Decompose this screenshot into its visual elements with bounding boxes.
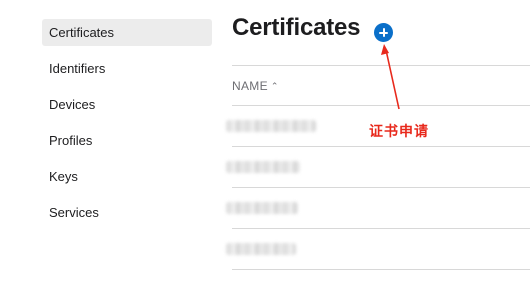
redacted-certificate-name [226, 202, 298, 214]
redacted-certificate-name [226, 161, 300, 173]
developer-account-page: Certificates Identifiers Devices Profile… [0, 0, 530, 291]
column-header-name[interactable]: NAME ⌃ [232, 79, 279, 93]
row-divider [232, 269, 530, 270]
sidebar-item-profiles[interactable]: Profiles [42, 127, 212, 154]
sidebar-item-keys[interactable]: Keys [42, 163, 212, 190]
table-row[interactable] [226, 229, 530, 269]
sidebar-item-devices[interactable]: Devices [42, 91, 212, 118]
page-title: Certificates [232, 14, 361, 41]
redacted-certificate-name [226, 120, 316, 132]
header-divider [232, 65, 530, 66]
column-header-label: NAME [232, 79, 268, 93]
sidebar-item-identifiers[interactable]: Identifiers [42, 55, 212, 82]
redacted-certificate-name [226, 243, 296, 255]
add-certificate-button[interactable] [374, 23, 393, 42]
table-row[interactable] [226, 188, 530, 228]
sidebar: Certificates Identifiers Devices Profile… [42, 19, 212, 235]
annotation-label: 证书申请 [369, 124, 429, 140]
sidebar-item-certificates[interactable]: Certificates [42, 19, 212, 46]
chevron-up-icon: ⌃ [270, 81, 279, 91]
sidebar-item-services[interactable]: Services [42, 199, 212, 226]
table-row[interactable] [226, 147, 530, 187]
